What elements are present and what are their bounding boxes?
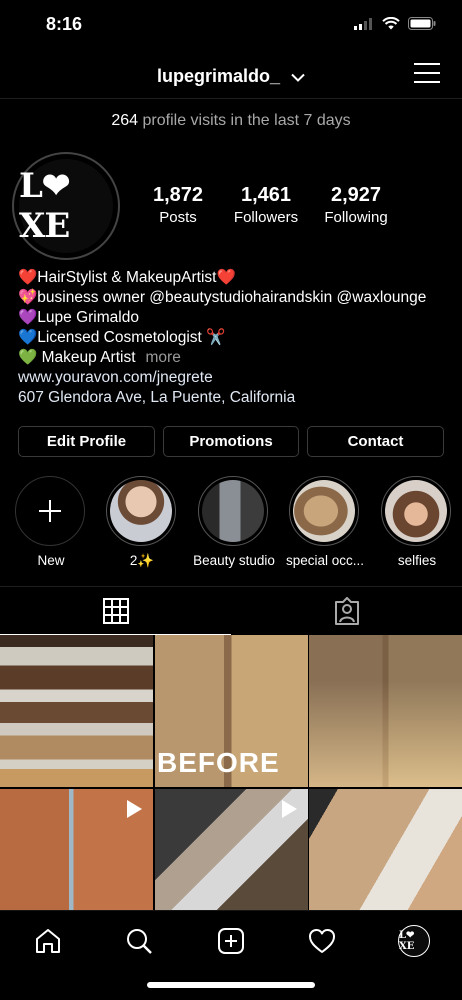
address-link[interactable]: 607 Glendora Ave, La Puente, California xyxy=(18,388,448,408)
highlight-item[interactable]: Beauty studio xyxy=(193,476,275,568)
highlight-item[interactable]: selfies xyxy=(381,476,453,568)
nav-new-post[interactable] xyxy=(213,923,249,959)
stat-posts-value: 1,872 xyxy=(152,184,204,206)
profile-avatar[interactable]: L❤︎XE xyxy=(12,152,120,260)
tab-tagged[interactable] xyxy=(231,587,462,635)
status-bar: 8:16 xyxy=(0,0,462,52)
add-post-icon xyxy=(218,928,244,954)
nav-search[interactable] xyxy=(121,923,157,959)
search-icon xyxy=(127,929,152,954)
promotions-button[interactable]: Promotions xyxy=(163,426,299,457)
bio-line: 💖business owner @beautystudiohairandskin… xyxy=(18,289,427,306)
stat-following[interactable]: 2,927 Following xyxy=(316,184,396,226)
nav-profile[interactable]: L❤︎XE xyxy=(396,923,432,959)
highlight-label: New xyxy=(37,553,65,568)
highlight-new[interactable]: New xyxy=(15,476,87,568)
home-indicator xyxy=(147,982,315,988)
highlight-ring xyxy=(381,476,451,546)
post-thumbnail[interactable] xyxy=(0,635,153,787)
nav-activity[interactable] xyxy=(304,923,340,959)
bio-more-link[interactable]: more xyxy=(146,349,181,366)
highlight-ring xyxy=(289,476,359,546)
profile-tabs xyxy=(0,586,462,635)
stat-followers-label: Followers xyxy=(233,209,299,226)
tab-grid[interactable] xyxy=(0,587,231,635)
profile-visits-count: 264 xyxy=(111,112,139,129)
highlight-cover-image xyxy=(202,480,264,542)
post-thumbnail[interactable]: BEFORE xyxy=(155,635,308,787)
status-icons xyxy=(354,17,436,30)
highlight-label: Beauty studio xyxy=(193,553,275,568)
stat-following-label: Following xyxy=(324,209,388,226)
username: lupegrimaldo_ xyxy=(156,66,280,86)
battery-icon xyxy=(408,17,436,30)
bio-line-last: 💚 Makeup Artist more xyxy=(18,348,448,368)
nav-home[interactable] xyxy=(30,923,66,959)
bio-line: 💙Licensed Cosmetologist ✂️ xyxy=(18,329,226,346)
profile-bio: ❤️HairStylist & MakeupArtist❤️ 💖business… xyxy=(18,268,448,408)
plus-icon xyxy=(39,500,61,522)
website-link[interactable]: www.youravon.com/jnegrete xyxy=(18,368,448,388)
nav-avatar-logo-text: L❤︎XE xyxy=(399,930,415,952)
contact-button[interactable]: Contact xyxy=(307,426,444,457)
video-play-icon xyxy=(127,800,142,818)
profile-visits-text: profile visits in the last 7 days xyxy=(138,112,351,129)
stat-posts[interactable]: 1,872 Posts xyxy=(140,184,216,226)
highlight-ring xyxy=(198,476,268,546)
bio-line: 💚 Makeup Artist xyxy=(18,349,136,366)
highlight-ring xyxy=(106,476,176,546)
home-icon xyxy=(36,929,60,953)
profile-header: lupegrimaldo_ xyxy=(0,52,462,98)
highlight-item[interactable]: special occ... xyxy=(286,476,364,568)
post-hair-fade xyxy=(309,635,462,787)
highlight-cover-image xyxy=(110,480,172,542)
highlight-item[interactable]: 2✨ xyxy=(106,476,178,569)
avatar-logo-text: L❤︎XE xyxy=(19,166,70,246)
heart-icon xyxy=(309,929,335,953)
hamburger-menu-icon[interactable] xyxy=(414,62,440,84)
highlight-label: selfies xyxy=(397,553,437,568)
stat-followers[interactable]: 1,461 Followers xyxy=(226,184,306,226)
highlight-cover-image xyxy=(293,480,355,542)
highlight-label: special occ... xyxy=(285,553,365,568)
post-thumbnail[interactable] xyxy=(309,635,462,787)
profile-avatar-icon: L❤︎XE xyxy=(398,925,430,957)
post-overlay-text: BEFORE xyxy=(157,747,280,778)
stat-posts-label: Posts xyxy=(159,209,197,226)
highlight-cover-image xyxy=(385,480,447,542)
stat-followers-value: 1,461 xyxy=(240,184,292,206)
new-highlight-ring xyxy=(15,476,85,546)
chevron-down-icon xyxy=(291,73,305,82)
stat-following-value: 2,927 xyxy=(330,184,382,206)
tagged-person-icon xyxy=(334,597,359,625)
cellular-signal-icon xyxy=(354,17,372,30)
bio-line: 💜Lupe Grimaldo xyxy=(18,309,139,326)
highlight-label: 2✨ xyxy=(129,553,155,568)
edit-profile-button[interactable]: Edit Profile xyxy=(18,426,155,457)
profile-visits-banner[interactable]: 264 profile visits in the last 7 days xyxy=(0,98,462,142)
avatar-logo: L❤︎XE xyxy=(19,159,113,253)
bio-line: ❤️HairStylist & MakeupArtist❤️ xyxy=(18,269,236,286)
account-switcher[interactable]: lupegrimaldo_ xyxy=(0,66,462,87)
grid-icon xyxy=(102,597,129,624)
wifi-icon xyxy=(382,17,400,30)
video-play-icon xyxy=(282,800,297,818)
status-time: 8:16 xyxy=(46,14,83,34)
